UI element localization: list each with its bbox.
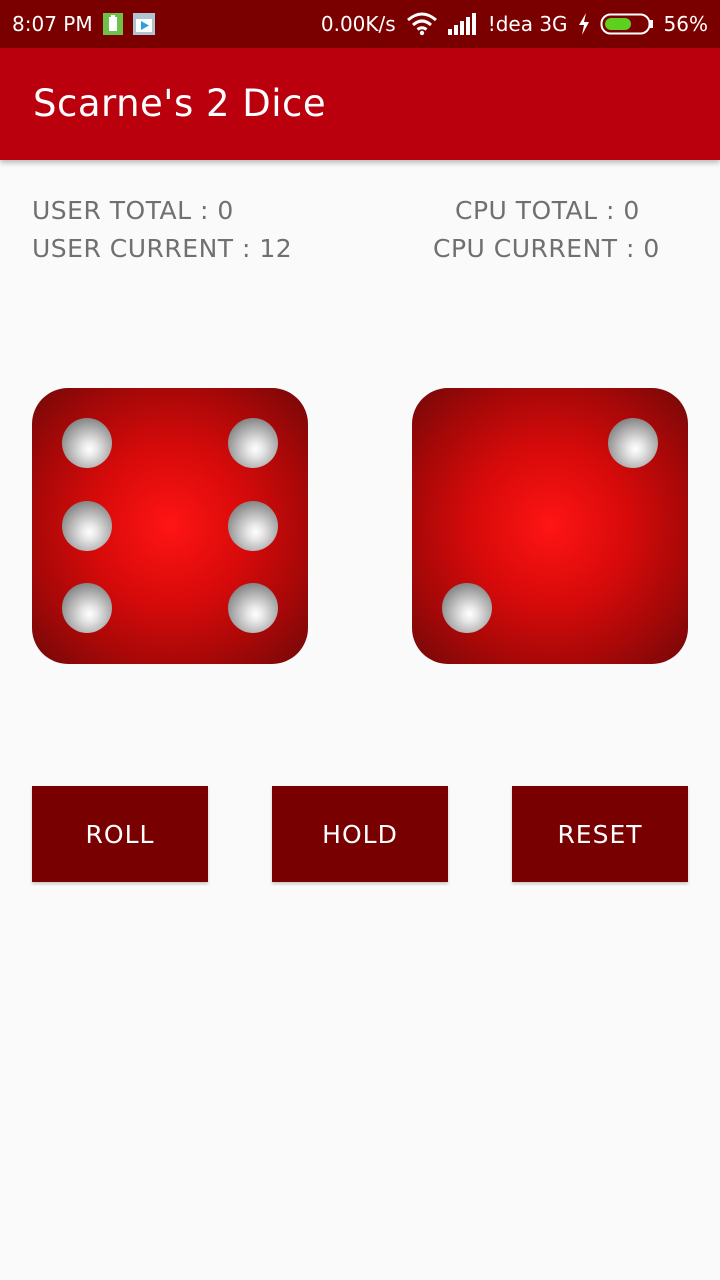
play-store-icon [132,13,155,35]
hold-button[interactable]: HOLD [272,786,448,882]
battery-icon [600,13,654,35]
user-die [32,388,308,664]
user-total-label: USER TOTAL : 0 [32,196,234,225]
die-pip [228,501,278,551]
die-pip [62,418,112,468]
status-time: 8:07 PM [12,12,93,36]
charging-icon [578,13,590,35]
status-left: 8:07 PM [12,0,155,48]
user-current-label: USER CURRENT : 12 [32,234,293,263]
die-pip [228,418,278,468]
die-pip [62,501,112,551]
battery-saver-icon [102,13,123,35]
reset-button[interactable]: RESET [512,786,688,882]
app-title: Scarne's 2 Dice [33,82,327,125]
cpu-current-label: CPU CURRENT : 0 [433,234,660,263]
die-pip [62,583,112,633]
cpu-die [412,388,688,664]
die-pip [228,583,278,633]
net-speed: 0.00K/s [320,12,396,36]
die-pip [442,583,492,633]
signal-icon [447,13,478,35]
status-right: 0.00K/s !dea 3G 56% [321,0,708,48]
app-bar: Scarne's 2 Dice [0,48,720,160]
roll-button[interactable]: ROLL [32,786,208,882]
carrier-name: !dea 3G [487,12,568,36]
battery-percent: 56% [663,12,708,36]
cpu-total-label: CPU TOTAL : 0 [455,196,640,225]
die-pip [608,418,658,468]
wifi-icon [406,12,438,36]
status-bar: 8:07 PM 0.00K/s !dea 3G 56% [0,0,720,48]
